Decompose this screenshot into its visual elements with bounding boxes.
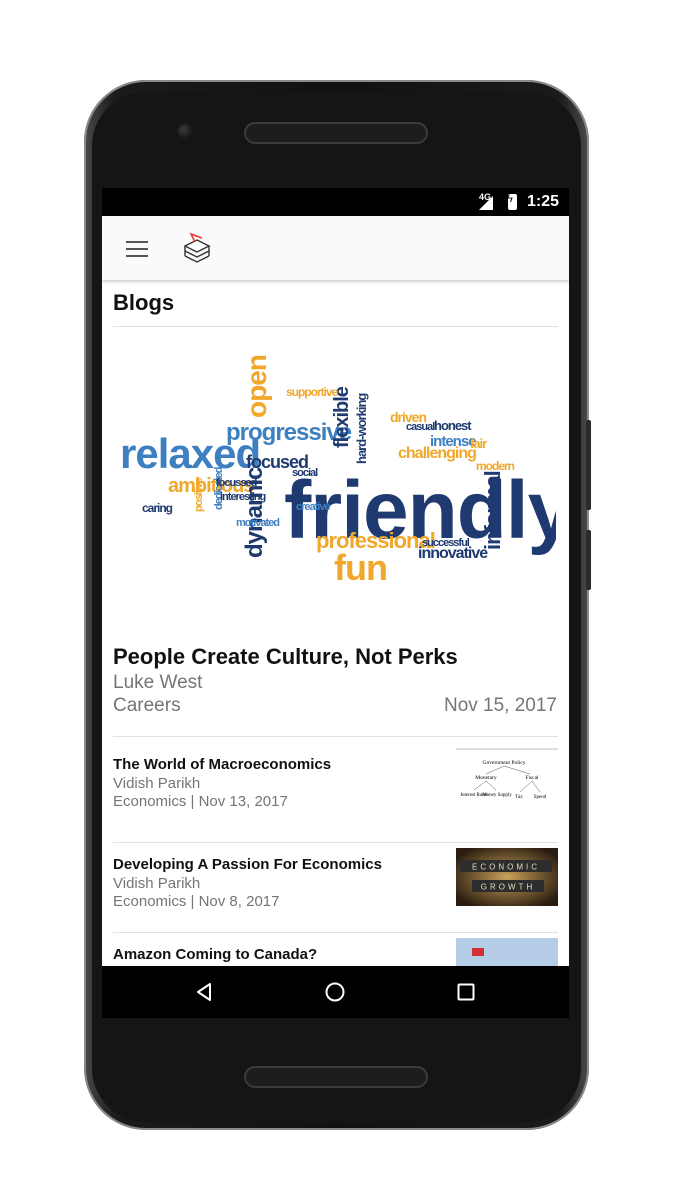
recents-square-icon[interactable] [454, 980, 478, 1004]
list-item[interactable]: The World of Macroeconomics Vidish Parik… [102, 748, 569, 848]
system-nav-bar [102, 966, 569, 1018]
word-cloud-word: casual [406, 421, 435, 433]
word-cloud-word: motivated [236, 517, 279, 529]
thumb-label: Money Supply [482, 793, 512, 798]
word-cloud-word: social [292, 467, 318, 479]
word-cloud-word: focussed [216, 477, 257, 489]
divider [113, 932, 558, 933]
word-cloud-word: fun [334, 547, 387, 588]
bottom-speaker [244, 1066, 428, 1088]
divider [113, 842, 558, 843]
word-cloud-word: hard-working [354, 393, 369, 464]
post-author: Vidish Parikh [113, 775, 201, 792]
screen: 4G 1:25 Blogs relaxedambitiouscaringprog… [102, 188, 569, 1018]
divider [113, 736, 558, 737]
thumb-label: Monetary [475, 775, 497, 781]
word-cloud-word: honest [434, 418, 472, 433]
post-author: Vidish Parikh [113, 875, 201, 892]
thumb-label: Fiscal [525, 775, 539, 781]
word-cloud-word: caring [142, 501, 173, 515]
featured-post-date: Nov 15, 2017 [443, 695, 557, 716]
status-bar: 4G 1:25 [102, 188, 569, 216]
volume-button [586, 420, 591, 510]
thumb-label: Spend [534, 795, 547, 800]
word-cloud-word: creative [296, 501, 330, 513]
thumb-label: Government Policy [483, 760, 526, 766]
word-cloud-word: successful [422, 537, 470, 549]
post-thumbnail: ECONOMIC GROWTH [456, 848, 558, 906]
word-cloud-word: professional [316, 528, 435, 553]
hamburger-menu-icon[interactable] [126, 241, 148, 257]
featured-post-title[interactable]: People Create Culture, Not Perks [113, 644, 458, 670]
top-speaker [244, 122, 428, 144]
list-item[interactable]: Amazon Coming to Canada? [102, 938, 569, 966]
thumb-label: ECONOMIC [472, 863, 540, 872]
thumb-label: GROWTH [481, 883, 535, 892]
featured-post-category: Careers [113, 695, 181, 716]
home-circle-icon[interactable] [323, 980, 347, 1004]
battery-charging-icon [507, 193, 517, 210]
word-cloud-word: open [241, 355, 272, 418]
clock: 1:25 [526, 193, 559, 210]
power-button [586, 530, 591, 590]
word-cloud-word: supportive [286, 385, 339, 399]
list-item[interactable]: Developing A Passion For Economics Vidis… [102, 848, 569, 948]
post-title[interactable]: Developing A Passion For Economics [113, 856, 382, 873]
featured-word-cloud-image[interactable]: relaxedambitiouscaringprogressiveopenfoc… [116, 340, 556, 600]
word-cloud-word: positive [193, 478, 205, 512]
word-cloud-word: informal [480, 471, 505, 550]
post-meta: Economics | Nov 13, 2017 [113, 793, 288, 810]
post-title[interactable]: Amazon Coming to Canada? [113, 946, 317, 963]
featured-post-author: Luke West [113, 672, 203, 693]
stacked-books-logo-icon[interactable] [182, 232, 212, 266]
word-cloud-word: modern [476, 459, 515, 473]
post-thumbnail [456, 938, 558, 966]
word-cloud-word: fair [470, 436, 487, 451]
app-bar [102, 216, 569, 280]
blog-list[interactable]: Blogs relaxed ambitious caring progressive o… [102, 280, 569, 966]
back-triangle-icon[interactable] [192, 980, 216, 1004]
signal-icon [479, 196, 493, 210]
word-cloud-word: interesting [220, 491, 266, 503]
front-camera [178, 124, 192, 138]
post-title[interactable]: The World of Macroeconomics [113, 756, 331, 773]
divider [113, 326, 558, 327]
section-title: Blogs [113, 290, 175, 315]
thumb-label: Tax [515, 795, 523, 800]
post-meta: Economics | Nov 8, 2017 [113, 893, 280, 910]
post-thumbnail: Government Policy Monetary Fiscal Intere… [456, 748, 558, 806]
